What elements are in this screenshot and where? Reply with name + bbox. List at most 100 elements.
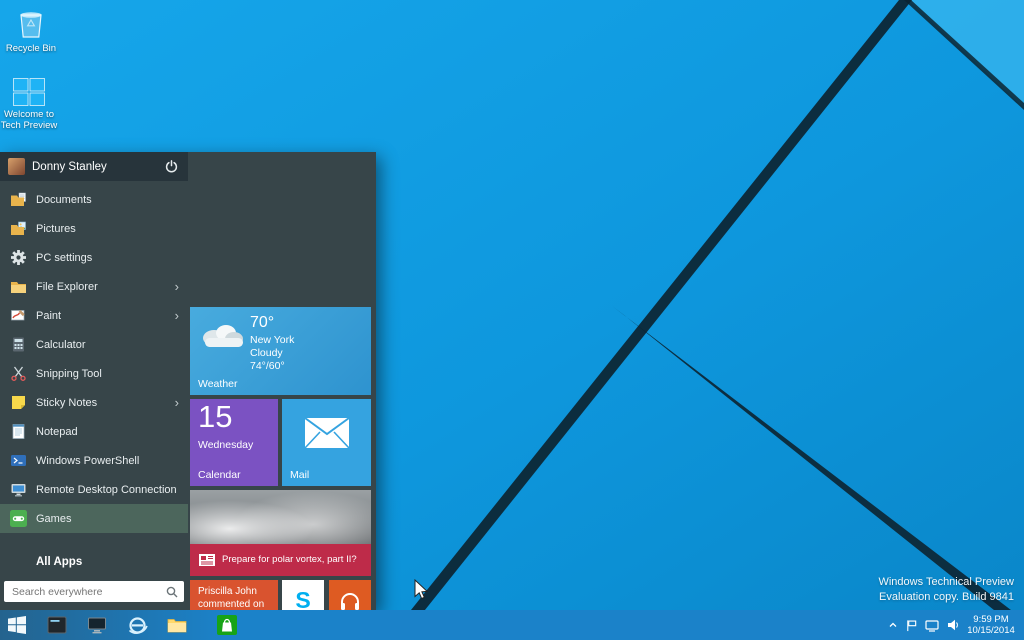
remote-desktop-icon <box>10 481 27 498</box>
taskbar-pinned-app-2[interactable] <box>86 615 108 635</box>
hidden-icons-chevron[interactable] <box>888 620 898 630</box>
search-input[interactable] <box>10 585 166 599</box>
menu-item-label: Pictures <box>36 223 76 235</box>
desktop-icon-recycle-bin[interactable]: Recycle Bin <box>2 6 60 54</box>
chevron-up-icon <box>888 620 898 630</box>
taskbar-file-explorer[interactable] <box>166 615 188 635</box>
tile-label: Mail <box>290 469 309 481</box>
menu-item-remote-desktop-connection[interactable]: Remote Desktop Connection <box>0 475 188 504</box>
news-headline: Prepare for polar vortex, part II? <box>222 554 357 566</box>
menu-item-sticky-notes[interactable]: Sticky Notes <box>0 388 188 417</box>
tile-label: Calendar <box>198 469 241 481</box>
snipping-tool-icon <box>10 365 27 382</box>
tile-mail[interactable]: Mail <box>282 399 371 486</box>
menu-item-label: Calculator <box>36 339 86 351</box>
tile-weather[interactable]: 70° New York Cloudy 74°/60° Weather <box>190 307 371 395</box>
power-button[interactable] <box>162 158 180 176</box>
user-avatar[interactable] <box>8 158 25 175</box>
settings-gear-icon <box>10 249 27 266</box>
calculator-icon <box>10 336 27 353</box>
pictures-icon <box>10 220 27 237</box>
start-button[interactable] <box>8 616 26 634</box>
volume-icon <box>946 618 960 632</box>
tile-calendar[interactable]: 15 Wednesday Calendar <box>190 399 278 486</box>
notepad-icon <box>10 423 27 440</box>
taskbar-store[interactable] <box>216 615 238 635</box>
system-tray <box>888 610 960 640</box>
user-name: Donny Stanley <box>32 161 162 173</box>
menu-item-file-explorer[interactable]: File Explorer <box>0 272 188 301</box>
search-box[interactable] <box>4 581 184 602</box>
action-center-button[interactable] <box>905 619 918 632</box>
games-icon <box>10 510 27 527</box>
menu-item-paint[interactable]: Paint <box>0 301 188 330</box>
menu-item-documents[interactable]: Documents <box>0 185 188 214</box>
news-icon <box>198 553 216 567</box>
power-icon <box>165 160 178 173</box>
menu-item-label: Documents <box>36 194 92 206</box>
evaluation-watermark: Windows Technical Preview Evaluation cop… <box>878 575 1014 605</box>
clock-time: 9:59 PM <box>961 614 1021 625</box>
menu-item-notepad[interactable]: Notepad <box>0 417 188 446</box>
tile-label: Weather <box>198 378 238 390</box>
weather-temp: 70° <box>250 314 274 332</box>
paint-icon <box>10 307 27 324</box>
menu-item-pictures[interactable]: Pictures <box>0 214 188 243</box>
desktop: Recycle Bin Welcome to Tech Preview Wind… <box>0 0 1024 640</box>
desktop-icon-label: Recycle Bin <box>6 43 56 54</box>
mouse-cursor <box>414 579 434 601</box>
desktop-icon-label: Welcome to Tech Preview <box>0 109 58 131</box>
menu-item-label: Notepad <box>36 426 78 438</box>
menu-item-label: Games <box>36 513 71 525</box>
menu-item-label: PC settings <box>36 252 92 264</box>
menu-item-calculator[interactable]: Calculator <box>0 330 188 359</box>
menu-item-windows-powershell[interactable]: Windows PowerShell <box>0 446 188 475</box>
mail-envelope-icon <box>304 417 350 449</box>
volume-button[interactable] <box>946 618 960 632</box>
recycle-bin-icon <box>16 6 46 40</box>
weather-cloud-icon <box>199 320 245 350</box>
taskbar-internet-explorer[interactable] <box>126 615 148 635</box>
weather-hi-lo: 74°/60° <box>250 360 285 372</box>
weather-city: New York <box>250 334 294 346</box>
taskbar-clock[interactable]: 9:59 PM 10/15/2014 <box>961 614 1021 636</box>
start-menu-header: Donny Stanley <box>0 152 188 181</box>
windows-start-icon <box>8 616 26 634</box>
menu-item-snipping-tool[interactable]: Snipping Tool <box>0 359 188 388</box>
menu-item-label: File Explorer <box>36 281 98 293</box>
watermark-line2: Evaluation copy. Build 9841 <box>878 590 1014 605</box>
flag-icon <box>905 619 918 632</box>
news-banner: Prepare for polar vortex, part II? <box>190 544 371 576</box>
headphones-icon <box>339 591 361 611</box>
menu-item-label: Windows PowerShell <box>36 455 139 467</box>
monitor-icon <box>87 615 107 635</box>
desktop-icon-welcome-tech-preview[interactable]: Welcome to Tech Preview <box>0 78 58 131</box>
network-icon <box>925 618 939 632</box>
calendar-weekday: Wednesday <box>198 439 253 451</box>
menu-item-label: Sticky Notes <box>36 397 97 409</box>
search-icon <box>166 586 178 598</box>
internet-explorer-icon <box>127 615 148 636</box>
all-apps-button[interactable]: All Apps <box>36 556 82 568</box>
menu-item-label: Paint <box>36 310 61 322</box>
network-button[interactable] <box>925 618 939 632</box>
menu-item-pc-settings[interactable]: PC settings <box>0 243 188 272</box>
start-menu-list: Documents Pictures PC settings File Expl… <box>0 185 188 533</box>
start-menu: Donny Stanley Documents Pictures <box>0 152 376 610</box>
menu-item-label: Snipping Tool <box>36 368 102 380</box>
menu-item-label: Remote Desktop Connection <box>36 484 177 496</box>
powershell-icon <box>10 452 27 469</box>
taskbar-pinned-app-1[interactable] <box>46 615 68 635</box>
taskbar: 9:59 PM 10/15/2014 <box>0 610 1024 640</box>
sticky-notes-icon <box>10 394 27 411</box>
menu-item-games[interactable]: Games <box>0 504 188 533</box>
tile-news[interactable]: Prepare for polar vortex, part II? <box>190 490 371 576</box>
documents-icon <box>10 191 27 208</box>
file-explorer-icon <box>10 278 27 295</box>
dark-window-icon <box>47 615 67 635</box>
weather-condition: Cloudy <box>250 347 283 359</box>
windows-logo-icon <box>13 78 45 106</box>
store-bag-icon <box>217 615 237 635</box>
watermark-line1: Windows Technical Preview <box>878 575 1014 590</box>
calendar-day: 15 <box>198 400 232 434</box>
